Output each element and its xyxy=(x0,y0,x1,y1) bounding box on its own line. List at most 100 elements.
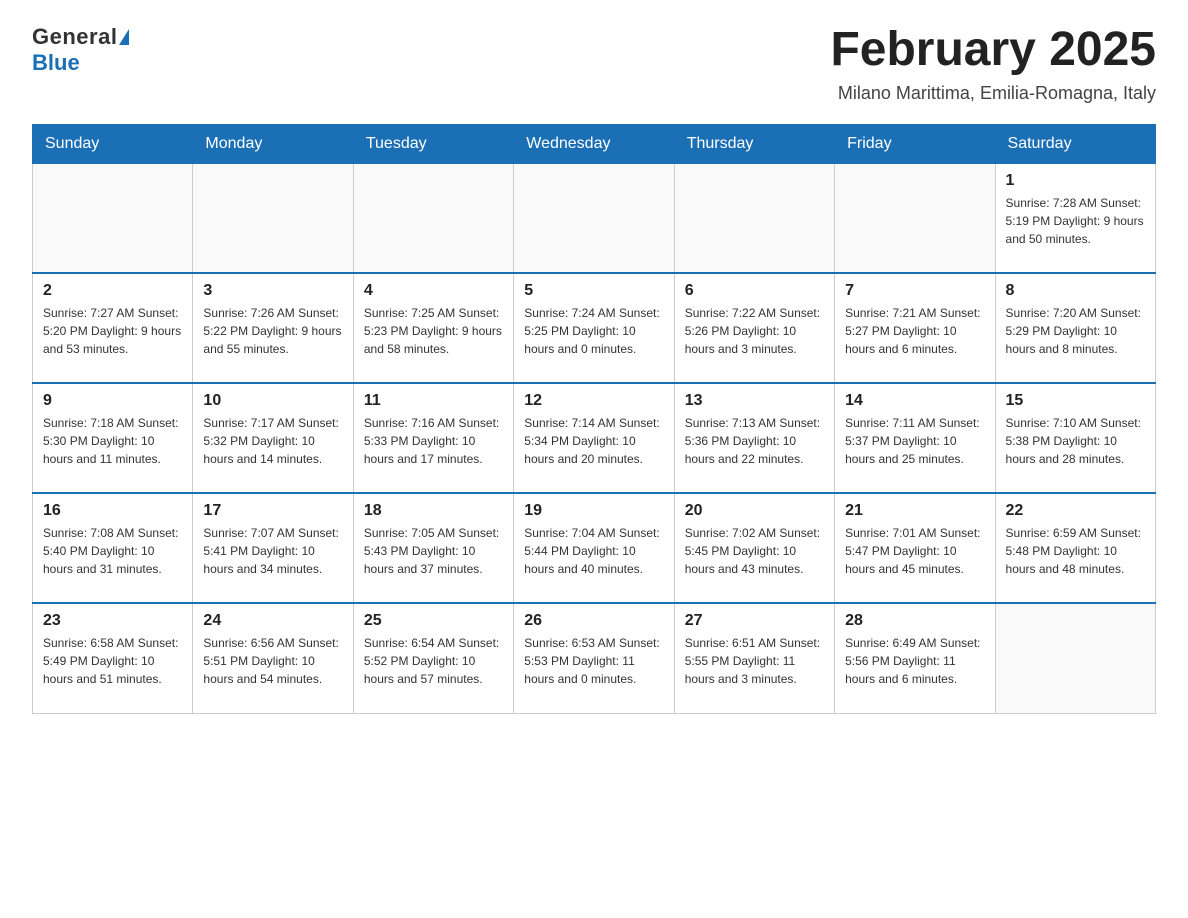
day-info: Sunrise: 7:26 AM Sunset: 5:22 PM Dayligh… xyxy=(203,304,342,358)
calendar-cell xyxy=(995,603,1155,713)
calendar-table: SundayMondayTuesdayWednesdayThursdayFrid… xyxy=(32,124,1156,714)
weekday-header-friday: Friday xyxy=(835,124,995,163)
day-number: 16 xyxy=(43,502,182,520)
calendar-cell: 24 Sunrise: 6:56 AM Sunset: 5:51 PM Dayli… xyxy=(193,603,353,713)
day-info: Sunrise: 7:04 AM Sunset: 5:44 PM Dayligh… xyxy=(524,524,663,578)
calendar-cell: 14 Sunrise: 7:11 AM Sunset: 5:37 PM Dayli… xyxy=(835,383,995,493)
weekday-header-row: SundayMondayTuesdayWednesdayThursdayFrid… xyxy=(33,124,1156,163)
day-number: 8 xyxy=(1006,282,1145,300)
day-info: Sunrise: 7:28 AM Sunset: 5:19 PM Dayligh… xyxy=(1006,194,1145,248)
calendar-cell: 26Sunrise: 6:53 AM Sunset: 5:53 PM Dayli… xyxy=(514,603,674,713)
day-info: Sunrise: 6:49 AM Sunset: 5:56 PM Dayligh… xyxy=(845,634,984,688)
calendar-cell: 13 Sunrise: 7:13 AM Sunset: 5:36 PM Dayli… xyxy=(674,383,834,493)
day-number: 14 xyxy=(845,392,984,410)
day-info: Sunrise: 7:02 AM Sunset: 5:45 PM Dayligh… xyxy=(685,524,824,578)
day-info: Sunrise: 7:24 AM Sunset: 5:25 PM Dayligh… xyxy=(524,304,663,358)
day-info: Sunrise: 7:25 AM Sunset: 5:23 PM Dayligh… xyxy=(364,304,503,358)
location-subtitle: Milano Marittima, Emilia-Romagna, Italy xyxy=(830,83,1156,104)
day-info: Sunrise: 7:08 AM Sunset: 5:40 PM Dayligh… xyxy=(43,524,182,578)
day-number: 21 xyxy=(845,502,984,520)
calendar-cell: 20 Sunrise: 7:02 AM Sunset: 5:45 PM Dayli… xyxy=(674,493,834,603)
day-info: Sunrise: 6:51 AM Sunset: 5:55 PM Dayligh… xyxy=(685,634,824,688)
calendar-cell xyxy=(835,163,995,273)
calendar-cell: 19 Sunrise: 7:04 AM Sunset: 5:44 PM Dayli… xyxy=(514,493,674,603)
day-number: 10 xyxy=(203,392,342,410)
calendar-cell: 27Sunrise: 6:51 AM Sunset: 5:55 PM Dayli… xyxy=(674,603,834,713)
day-number: 7 xyxy=(845,282,984,300)
calendar-week-row: 2 Sunrise: 7:27 AM Sunset: 5:20 PM Daylig… xyxy=(33,273,1156,383)
weekday-header-wednesday: Wednesday xyxy=(514,124,674,163)
weekday-header-thursday: Thursday xyxy=(674,124,834,163)
day-info: Sunrise: 6:54 AM Sunset: 5:52 PM Dayligh… xyxy=(364,634,503,688)
day-number: 23 xyxy=(43,612,182,630)
day-number: 15 xyxy=(1006,392,1145,410)
logo-general-text: General xyxy=(32,24,117,50)
day-info: Sunrise: 7:22 AM Sunset: 5:26 PM Dayligh… xyxy=(685,304,824,358)
calendar-cell: 18 Sunrise: 7:05 AM Sunset: 5:43 PM Dayli… xyxy=(353,493,513,603)
day-number: 6 xyxy=(685,282,824,300)
day-number: 22 xyxy=(1006,502,1145,520)
calendar-cell: 17 Sunrise: 7:07 AM Sunset: 5:41 PM Dayli… xyxy=(193,493,353,603)
day-info: Sunrise: 7:16 AM Sunset: 5:33 PM Dayligh… xyxy=(364,414,503,468)
calendar-cell: 21 Sunrise: 7:01 AM Sunset: 5:47 PM Dayli… xyxy=(835,493,995,603)
page-header: General Blue February 2025 Milano Maritt… xyxy=(32,24,1156,104)
day-info: Sunrise: 6:59 AM Sunset: 5:48 PM Dayligh… xyxy=(1006,524,1145,578)
calendar-cell: 11 Sunrise: 7:16 AM Sunset: 5:33 PM Dayli… xyxy=(353,383,513,493)
calendar-cell: 23 Sunrise: 6:58 AM Sunset: 5:49 PM Dayli… xyxy=(33,603,193,713)
day-info: Sunrise: 7:05 AM Sunset: 5:43 PM Dayligh… xyxy=(364,524,503,578)
day-info: Sunrise: 7:17 AM Sunset: 5:32 PM Dayligh… xyxy=(203,414,342,468)
day-number: 3 xyxy=(203,282,342,300)
calendar-cell: 8 Sunrise: 7:20 AM Sunset: 5:29 PM Daylig… xyxy=(995,273,1155,383)
day-number: 20 xyxy=(685,502,824,520)
day-info: Sunrise: 7:27 AM Sunset: 5:20 PM Dayligh… xyxy=(43,304,182,358)
title-area: February 2025 Milano Marittima, Emilia-R… xyxy=(830,24,1156,104)
calendar-week-row: 9Sunrise: 7:18 AM Sunset: 5:30 PM Daylig… xyxy=(33,383,1156,493)
day-info: Sunrise: 7:18 AM Sunset: 5:30 PM Dayligh… xyxy=(43,414,182,468)
calendar-cell xyxy=(353,163,513,273)
day-info: Sunrise: 7:14 AM Sunset: 5:34 PM Dayligh… xyxy=(524,414,663,468)
calendar-cell: 28 Sunrise: 6:49 AM Sunset: 5:56 PM Dayli… xyxy=(835,603,995,713)
calendar-cell: 6 Sunrise: 7:22 AM Sunset: 5:26 PM Daylig… xyxy=(674,273,834,383)
calendar-cell: 5 Sunrise: 7:24 AM Sunset: 5:25 PM Daylig… xyxy=(514,273,674,383)
day-info: Sunrise: 7:01 AM Sunset: 5:47 PM Dayligh… xyxy=(845,524,984,578)
weekday-header-monday: Monday xyxy=(193,124,353,163)
day-info: Sunrise: 7:21 AM Sunset: 5:27 PM Dayligh… xyxy=(845,304,984,358)
month-title: February 2025 xyxy=(830,24,1156,77)
weekday-header-saturday: Saturday xyxy=(995,124,1155,163)
day-number: 4 xyxy=(364,282,503,300)
calendar-cell: 2 Sunrise: 7:27 AM Sunset: 5:20 PM Daylig… xyxy=(33,273,193,383)
calendar-cell xyxy=(514,163,674,273)
day-number: 17 xyxy=(203,502,342,520)
logo: General Blue xyxy=(32,24,129,76)
calendar-cell: 22 Sunrise: 6:59 AM Sunset: 5:48 PM Dayli… xyxy=(995,493,1155,603)
calendar-cell: 12 Sunrise: 7:14 AM Sunset: 5:34 PM Dayli… xyxy=(514,383,674,493)
day-number: 24 xyxy=(203,612,342,630)
calendar-cell: 4 Sunrise: 7:25 AM Sunset: 5:23 PM Daylig… xyxy=(353,273,513,383)
day-number: 28 xyxy=(845,612,984,630)
day-number: 18 xyxy=(364,502,503,520)
day-number: 19 xyxy=(524,502,663,520)
calendar-cell xyxy=(33,163,193,273)
day-number: 5 xyxy=(524,282,663,300)
day-info: Sunrise: 7:20 AM Sunset: 5:29 PM Dayligh… xyxy=(1006,304,1145,358)
calendar-week-row: 16 Sunrise: 7:08 AM Sunset: 5:40 PM Dayli… xyxy=(33,493,1156,603)
day-info: Sunrise: 7:10 AM Sunset: 5:38 PM Dayligh… xyxy=(1006,414,1145,468)
calendar-cell xyxy=(193,163,353,273)
calendar-cell: 25Sunrise: 6:54 AM Sunset: 5:52 PM Dayli… xyxy=(353,603,513,713)
day-info: Sunrise: 6:58 AM Sunset: 5:49 PM Dayligh… xyxy=(43,634,182,688)
day-info: Sunrise: 7:07 AM Sunset: 5:41 PM Dayligh… xyxy=(203,524,342,578)
day-info: Sunrise: 7:13 AM Sunset: 5:36 PM Dayligh… xyxy=(685,414,824,468)
calendar-cell: 16 Sunrise: 7:08 AM Sunset: 5:40 PM Dayli… xyxy=(33,493,193,603)
day-info: Sunrise: 6:56 AM Sunset: 5:51 PM Dayligh… xyxy=(203,634,342,688)
calendar-cell: 9Sunrise: 7:18 AM Sunset: 5:30 PM Daylig… xyxy=(33,383,193,493)
weekday-header-sunday: Sunday xyxy=(33,124,193,163)
calendar-cell: 15 Sunrise: 7:10 AM Sunset: 5:38 PM Dayli… xyxy=(995,383,1155,493)
day-number: 12 xyxy=(524,392,663,410)
calendar-cell: 3 Sunrise: 7:26 AM Sunset: 5:22 PM Daylig… xyxy=(193,273,353,383)
weekday-header-tuesday: Tuesday xyxy=(353,124,513,163)
day-number: 11 xyxy=(364,392,503,410)
day-number: 2 xyxy=(43,282,182,300)
day-number: 13 xyxy=(685,392,824,410)
day-number: 1 xyxy=(1006,172,1145,190)
day-info: Sunrise: 7:11 AM Sunset: 5:37 PM Dayligh… xyxy=(845,414,984,468)
